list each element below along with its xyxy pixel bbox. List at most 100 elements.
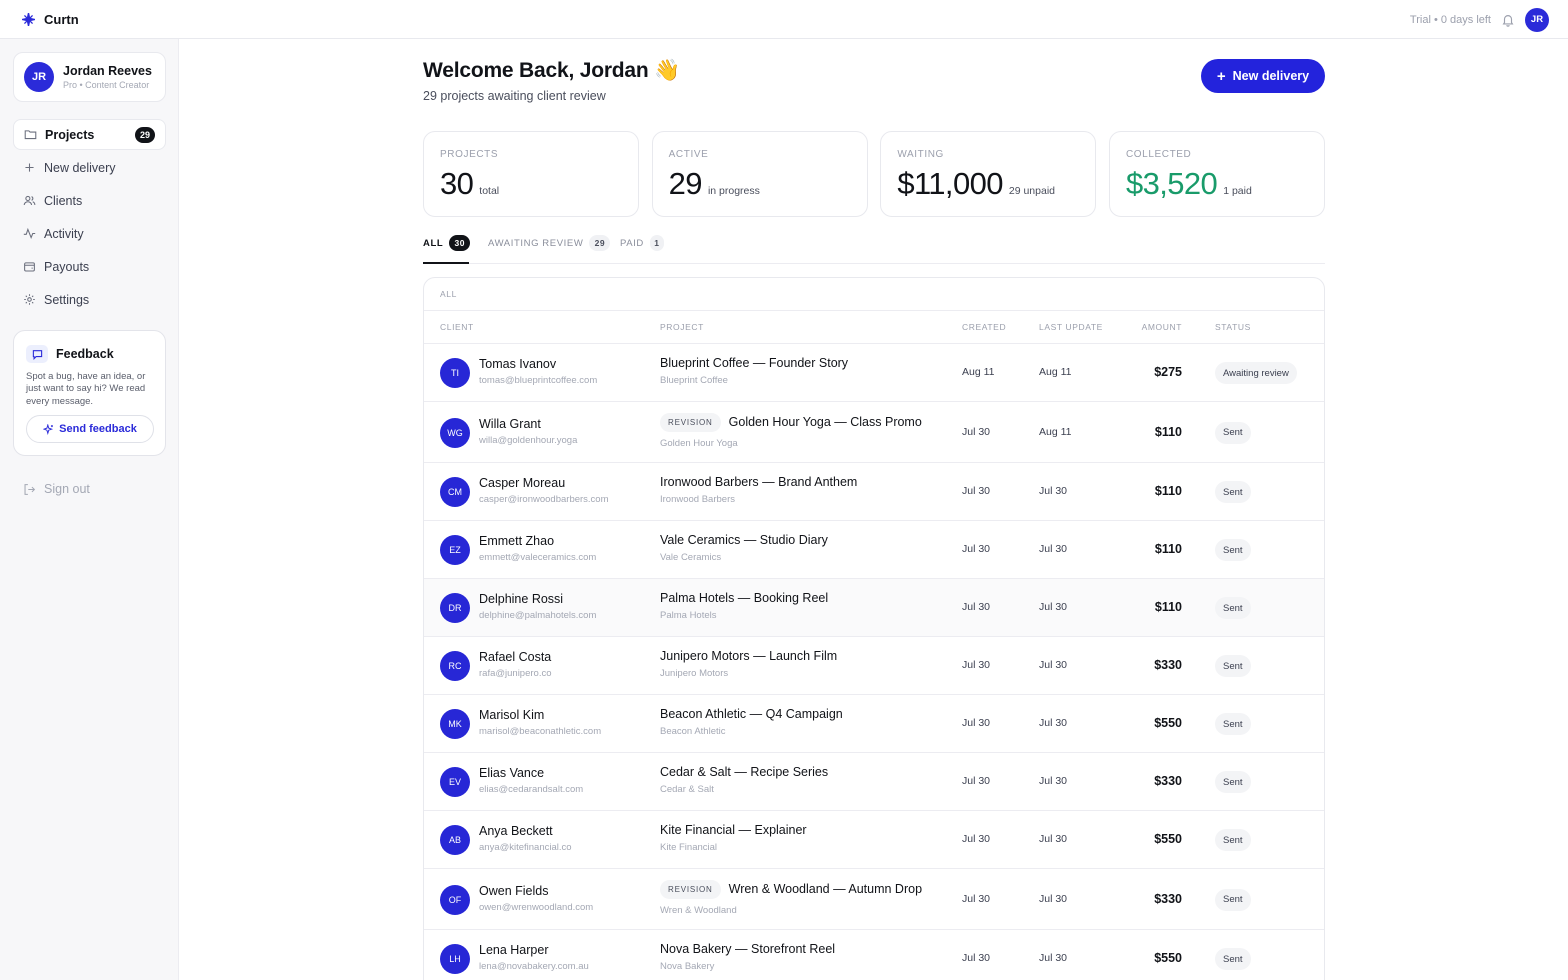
status-badge: Awaiting review [1215, 362, 1297, 384]
project-org: Junipero Motors [660, 668, 729, 679]
table-row[interactable]: EZ Emmett Zhao emmett@valeceramics.com Vale… [424, 521, 1324, 579]
new-delivery-button[interactable]: + New delivery [1201, 59, 1325, 93]
tab-awaiting-review[interactable]: AWAITING REVIEW 29 [488, 235, 611, 264]
project-title-line[interactable]: Blueprint Coffee — Founder Story [660, 356, 848, 370]
table-body: TI Tomas Ivanov tomas@blueprintcoffee.com B… [424, 344, 1324, 980]
project-title-line[interactable]: Beacon Athletic — Q4 Campaign [660, 707, 843, 721]
status-badge: Sent [1215, 481, 1251, 503]
project-title-line[interactable]: Palma Hotels — Booking Reel [660, 591, 828, 605]
project-org: Ironwood Barbers [660, 494, 735, 505]
amount: $550 [1154, 832, 1182, 846]
user-avatar[interactable]: JR [1525, 7, 1549, 32]
last-update-date: Jul 30 [1039, 543, 1068, 555]
created-date: Jul 30 [962, 775, 991, 787]
table-row[interactable]: EV Elias Vance elias@cedarandsalt.com Cedar… [424, 753, 1324, 811]
created-date: Aug 11 [962, 366, 995, 378]
logout-icon [23, 483, 36, 496]
table-row[interactable]: OF Owen Fields owen@wrenwoodland.com REVISI… [424, 869, 1324, 930]
activity-icon [23, 227, 36, 240]
stats-row: PROJECTS 30 total ACTIVE 29 in progress WA… [423, 131, 1325, 217]
client-avatar: AB [440, 825, 470, 855]
project-title-line[interactable]: Kite Financial — Explainer [660, 823, 807, 837]
project-name: Nova Bakery — Storefront Reel [660, 942, 836, 956]
column-header-amount[interactable]: AMOUNT [1142, 322, 1182, 332]
client-email: marisol@beaconathletic.com [479, 726, 602, 737]
client-name: Tomas Ivanov [479, 357, 557, 371]
bell-icon[interactable] [1501, 13, 1515, 27]
project-org: Blueprint Coffee [660, 375, 728, 386]
last-update-date: Jul 30 [1039, 833, 1068, 845]
last-update-date: Jul 30 [1039, 659, 1068, 671]
sidebar-item-label: Projects [45, 127, 95, 142]
sign-out-button[interactable]: Sign out [23, 482, 90, 496]
amount: $330 [1154, 774, 1182, 788]
feedback-card: Feedback Spot a bug, have an idea, or ju… [13, 330, 166, 456]
created-date: Jul 30 [962, 485, 991, 497]
created-date: Jul 30 [962, 892, 991, 905]
created-date: Jul 30 [962, 717, 991, 729]
brand[interactable]: Curtn [21, 12, 79, 27]
table-row[interactable]: DR Delphine Rossi delphine@palmahotels.com… [424, 579, 1324, 637]
table-row[interactable]: MK Marisol Kim marisol@beaconathletic.com B… [424, 695, 1324, 753]
created-date: Jul 30 [962, 425, 991, 438]
gear-icon [23, 293, 36, 306]
sidebar-item-label: Payouts [44, 259, 90, 274]
stat-card-active: ACTIVE 29 in progress [651, 131, 868, 217]
column-header-client[interactable]: CLIENT [440, 322, 474, 332]
avatar: JR [24, 62, 54, 92]
client-name: Emmett Zhao [479, 534, 555, 548]
last-update-date: Aug 11 [1039, 366, 1072, 378]
send-feedback-button[interactable]: Send feedback [26, 415, 154, 443]
feedback-title: Feedback [56, 347, 114, 361]
client-name: Lena Harper [479, 943, 549, 957]
project-name: Cedar & Salt — Recipe Series [660, 765, 829, 779]
table-row[interactable]: AB Anya Beckett anya@kitefinancial.co Kite … [424, 811, 1324, 869]
amount: $110 [1154, 424, 1182, 439]
created-date: Jul 30 [962, 543, 991, 555]
project-title-line[interactable]: Ironwood Barbers — Brand Anthem [660, 475, 857, 489]
sidebar-item-activity[interactable]: Activity [13, 218, 166, 249]
wallet-icon [23, 260, 36, 273]
column-header-created[interactable]: CREATED [962, 322, 1006, 332]
sidebar-item-projects[interactable]: Projects 29 [13, 119, 166, 150]
client-avatar: DR [440, 593, 470, 623]
client-name: Owen Fields [479, 883, 549, 898]
stat-label: WAITING [897, 149, 944, 160]
page-title: Welcome Back, Jordan 👋 [423, 59, 681, 82]
table-row[interactable]: RC Rafael Costa rafa@junipero.co Junipero M… [424, 637, 1324, 695]
projects-table: ALL CLIENT PROJECT CREATED LAST UPDATE A… [423, 277, 1325, 980]
tab-paid[interactable]: PAID 1 [620, 235, 664, 264]
status-badge: Sent [1215, 888, 1251, 911]
sidebar-item-payouts[interactable]: Payouts [13, 251, 166, 282]
table-row[interactable]: LH Lena Harper lena@novabakery.com.au Nova … [424, 930, 1324, 980]
page-subtitle: 29 projects awaiting client review [423, 89, 606, 103]
project-title-line[interactable]: Cedar & Salt — Recipe Series [660, 765, 828, 779]
client-name: Willa Grant [479, 416, 541, 431]
folder-icon [24, 128, 37, 141]
send-feedback-label: Send feedback [59, 423, 137, 435]
amount: $550 [1154, 716, 1182, 730]
client-name: Marisol Kim [479, 708, 545, 722]
client-email: elias@cedarandsalt.com [479, 784, 584, 795]
project-title-line[interactable]: Junipero Motors — Launch Film [660, 649, 837, 663]
amount: $110 [1154, 542, 1182, 556]
project-title-line[interactable]: Vale Ceramics — Studio Diary [660, 533, 828, 547]
project-title-line[interactable]: REVISION Wren & Woodland — Autumn Drop [660, 879, 922, 899]
project-title-line[interactable]: REVISION Golden Hour Yoga — Class Promo [660, 412, 922, 432]
table-row[interactable]: TI Tomas Ivanov tomas@blueprintcoffee.com B… [424, 344, 1324, 402]
column-header-status[interactable]: STATUS [1215, 322, 1251, 332]
stat-unit: 29 unpaid [1008, 185, 1056, 197]
tab-all[interactable]: ALL 30 [423, 235, 471, 264]
amount: $330 [1154, 658, 1182, 672]
table-row[interactable]: WG Willa Grant willa@goldenhour.yoga REVISI… [424, 402, 1324, 463]
column-header-last-update[interactable]: LAST UPDATE [1039, 322, 1103, 332]
profile-card[interactable]: JR Jordan Reeves Pro • Content Creator [13, 52, 166, 102]
sidebar-nav: Projects 29 New delivery Clients Activit… [13, 119, 166, 317]
project-title-line[interactable]: Nova Bakery — Storefront Reel [660, 942, 835, 956]
column-header-project[interactable]: PROJECT [660, 322, 704, 332]
sidebar-item-settings[interactable]: Settings [13, 284, 166, 315]
sparkle-logo-icon [21, 12, 36, 27]
table-row[interactable]: CM Casper Moreau casper@ironwoodbarbers.co… [424, 463, 1324, 521]
sidebar-item-new-delivery[interactable]: New delivery [13, 152, 166, 183]
sidebar-item-clients[interactable]: Clients [13, 185, 166, 216]
